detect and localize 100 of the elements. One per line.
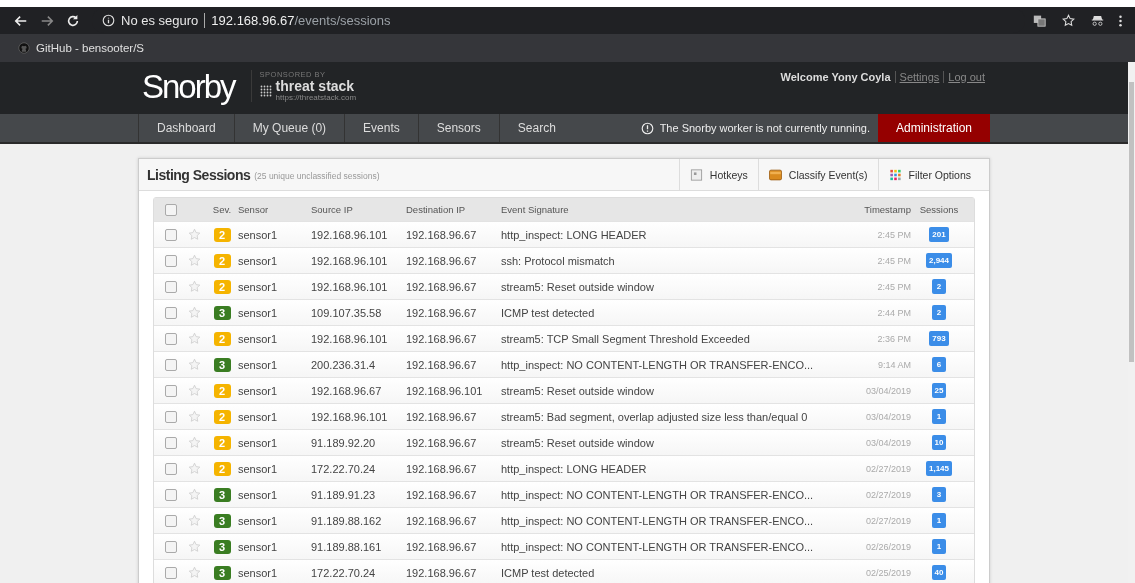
column-header[interactable]: Sensor <box>236 204 311 215</box>
table-cell-text: 192.168.96.101 <box>406 384 484 397</box>
panel-subtitle: (25 unique unclassified sessions) <box>254 171 380 181</box>
header-link[interactable]: Log out <box>943 71 985 83</box>
toolbar-button[interactable]: Filter Options <box>877 159 981 190</box>
column-header[interactable]: Event Signature <box>501 204 823 215</box>
star-icon[interactable] <box>188 514 201 527</box>
table-cell-text: 91.189.88.161 <box>311 540 383 553</box>
table-cell-text: sensor1 <box>237 514 279 527</box>
star-icon[interactable] <box>188 566 201 579</box>
forward-icon[interactable] <box>40 13 54 28</box>
session-count: 2,944 <box>926 253 952 268</box>
header-link[interactable]: Settings <box>894 71 940 83</box>
star-icon[interactable] <box>188 540 201 553</box>
table-cell-text: stream5: Reset outside window <box>501 384 655 397</box>
table-cell-text: stream5: Bad segment, overlap adjusted size less than/equal 0 <box>501 410 809 423</box>
row-checkbox[interactable] <box>165 488 177 501</box>
table-cell-text: sensor1 <box>237 410 279 423</box>
sponsor-url[interactable]: https://threatstack.com <box>275 93 357 102</box>
nav-tab[interactable]: My Queue (0) <box>233 114 345 142</box>
table-cell-text: 192.168.96.67 <box>406 514 478 527</box>
column-header[interactable]: Sev. <box>208 204 236 215</box>
table-cell-text: 03/04/2019 <box>864 437 911 448</box>
column-header[interactable]: Sessions <box>911 204 967 215</box>
star-icon[interactable] <box>188 436 201 449</box>
table-cell-text: http_inspect: NO CONTENT-LENGTH OR TRANSFER-ENCO... <box>501 540 815 553</box>
star-icon[interactable] <box>188 306 201 319</box>
table-cell-text: stream5: Reset outside window <box>501 280 655 293</box>
table-cell-text: 192.168.96.101 <box>311 332 389 345</box>
dots-icon <box>259 83 272 98</box>
star-icon[interactable] <box>188 358 201 371</box>
table-cell-text: http_inspect: LONG HEADER <box>501 462 648 475</box>
table-cell-text: sensor1 <box>237 306 279 319</box>
star-icon[interactable] <box>188 228 201 241</box>
table-cell-text: http_inspect: NO CONTENT-LENGTH OR TRANSFER-ENCO... <box>501 514 815 527</box>
select-all-checkbox[interactable] <box>165 203 177 216</box>
star-icon[interactable] <box>188 332 201 345</box>
logo[interactable]: Snorby <box>142 67 235 107</box>
row-checkbox[interactable] <box>165 384 177 397</box>
toolbar-button[interactable]: Classify Event(s) <box>757 159 878 190</box>
sponsor-name[interactable]: threat stack <box>275 79 357 93</box>
translate-icon[interactable] <box>1033 14 1046 27</box>
table-cell-text: sensor1 <box>237 384 279 397</box>
row-checkbox[interactable] <box>165 540 177 553</box>
row-checkbox[interactable] <box>165 280 177 293</box>
severity-badge: 2 <box>213 279 231 294</box>
row-checkbox[interactable] <box>165 514 177 527</box>
row-checkbox[interactable] <box>165 436 177 449</box>
table-cell-text: 192.168.96.67 <box>406 462 478 475</box>
table-cell-text: 192.168.96.67 <box>406 306 478 319</box>
row-checkbox[interactable] <box>165 306 177 319</box>
table-cell-text: 02/27/2019 <box>864 463 911 474</box>
row-checkbox[interactable] <box>165 358 177 371</box>
star-icon[interactable] <box>188 384 201 397</box>
column-header[interactable]: Source IP <box>311 204 406 215</box>
nav-tab[interactable]: Sensors <box>417 114 499 142</box>
incognito-icon[interactable] <box>1091 14 1104 27</box>
row-checkbox[interactable] <box>165 332 177 345</box>
severity-badge: 3 <box>213 357 231 372</box>
administration-tab[interactable]: Administration <box>877 114 990 142</box>
star-icon[interactable] <box>1062 14 1075 27</box>
table-cell-text: 192.168.96.67 <box>406 358 478 371</box>
nav-tab[interactable]: Search <box>498 114 574 142</box>
star-icon[interactable] <box>188 462 201 475</box>
table-cell-text: sensor1 <box>237 540 279 553</box>
table-cell-text: 192.168.96.101 <box>311 228 389 241</box>
menu-icon[interactable] <box>1118 13 1123 28</box>
star-icon[interactable] <box>188 410 201 423</box>
back-icon[interactable] <box>14 13 28 28</box>
nav-tab[interactable]: Dashboard <box>138 114 234 142</box>
table-cell-text: sensor1 <box>237 462 279 475</box>
table-cell-text: 02/27/2019 <box>864 489 911 500</box>
table-cell-text: sensor1 <box>237 566 279 579</box>
star-icon[interactable] <box>188 280 201 293</box>
warning-icon <box>640 121 654 135</box>
row-checkbox[interactable] <box>165 228 177 241</box>
row-checkbox[interactable] <box>165 410 177 423</box>
table-cell-text: sensor1 <box>237 436 279 449</box>
table-cell-text: 91.189.92.20 <box>311 436 377 449</box>
session-count: 25 <box>931 383 947 398</box>
key-icon <box>689 168 703 181</box>
toolbar-button[interactable]: Hotkeys <box>678 159 758 190</box>
row-checkbox[interactable] <box>165 254 177 267</box>
severity-badge: 2 <box>213 409 231 424</box>
row-checkbox[interactable] <box>165 462 177 475</box>
bookmark[interactable]: GitHub - bensooter/S <box>18 42 145 54</box>
session-count: 10 <box>931 435 947 450</box>
session-count: 6 <box>932 357 946 372</box>
star-icon[interactable] <box>188 488 201 501</box>
table-cell-text: stream5: TCP Small Segment Threshold Exceeded <box>501 332 751 345</box>
folder-icon <box>768 168 782 181</box>
table-cell-text: sensor1 <box>237 332 279 345</box>
info-icon <box>102 14 115 27</box>
row-checkbox[interactable] <box>165 566 177 579</box>
star-icon[interactable] <box>188 254 201 267</box>
nav-tab[interactable]: Events <box>344 114 418 142</box>
column-header[interactable]: Timestamp <box>823 204 911 215</box>
table-cell-text: http_inspect: LONG HEADER <box>501 228 648 241</box>
column-header[interactable]: Destination IP <box>406 204 501 215</box>
reload-icon[interactable] <box>66 13 80 28</box>
